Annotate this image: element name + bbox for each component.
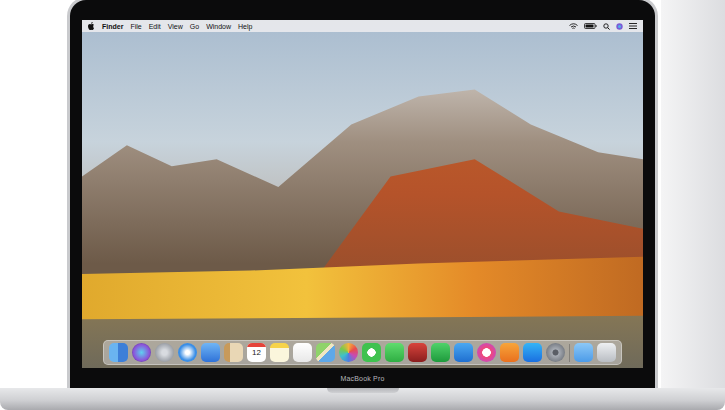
- menu-app-name[interactable]: Finder: [102, 23, 123, 30]
- battery-icon[interactable]: [584, 23, 597, 29]
- trash-icon[interactable]: [597, 343, 616, 362]
- status-icons: [569, 23, 637, 30]
- itunes-icon[interactable]: [477, 343, 496, 362]
- bezel-chin: MacBook Pro: [82, 368, 643, 388]
- wifi-icon[interactable]: [569, 23, 578, 30]
- menu-item[interactable]: View: [168, 23, 183, 30]
- calendar-icon[interactable]: 12: [247, 343, 266, 362]
- facetime-icon[interactable]: [385, 343, 404, 362]
- laptop-lid: Finder File Edit View Go Window Help 12 MacBook…: [70, 0, 655, 388]
- desktop-screen: Finder File Edit View Go Window Help 12: [82, 20, 643, 368]
- contacts-icon[interactable]: [224, 343, 243, 362]
- numbers-icon[interactable]: [431, 343, 450, 362]
- photos-icon[interactable]: [339, 343, 358, 362]
- menu-bar: Finder File Edit View Go Window Help: [82, 20, 643, 32]
- calendar-date: 12: [252, 347, 261, 358]
- keynote-icon[interactable]: [454, 343, 473, 362]
- dock-separator: [569, 344, 570, 362]
- opening-notch: [327, 388, 399, 393]
- downloads-folder-icon[interactable]: [574, 343, 593, 362]
- siri-icon[interactable]: [616, 23, 623, 30]
- safari-icon[interactable]: [178, 343, 197, 362]
- dock: 12: [103, 340, 622, 365]
- photobooth-icon[interactable]: [408, 343, 427, 362]
- launchpad-icon[interactable]: [155, 343, 174, 362]
- reminders-icon[interactable]: [293, 343, 312, 362]
- maps-icon[interactable]: [316, 343, 335, 362]
- device-label: MacBook Pro: [340, 375, 384, 382]
- system-preferences-icon[interactable]: [546, 343, 565, 362]
- messages-icon[interactable]: [362, 343, 381, 362]
- ibooks-icon[interactable]: [500, 343, 519, 362]
- appstore-icon[interactable]: [523, 343, 542, 362]
- menu-item[interactable]: Help: [238, 23, 252, 30]
- notes-icon[interactable]: [270, 343, 289, 362]
- menu-item[interactable]: Go: [190, 23, 199, 30]
- laptop-base: [0, 388, 725, 410]
- menu-item[interactable]: Window: [206, 23, 231, 30]
- notifications-icon[interactable]: [629, 23, 637, 29]
- siri-icon[interactable]: [132, 343, 151, 362]
- menu-item[interactable]: Edit: [149, 23, 161, 30]
- mail-icon[interactable]: [201, 343, 220, 362]
- laptop: Finder File Edit View Go Window Help 12 MacBook…: [0, 0, 725, 410]
- spotlight-icon[interactable]: [603, 23, 610, 30]
- menu-item[interactable]: File: [130, 23, 141, 30]
- apple-icon[interactable]: [88, 22, 95, 30]
- finder-icon[interactable]: [109, 343, 128, 362]
